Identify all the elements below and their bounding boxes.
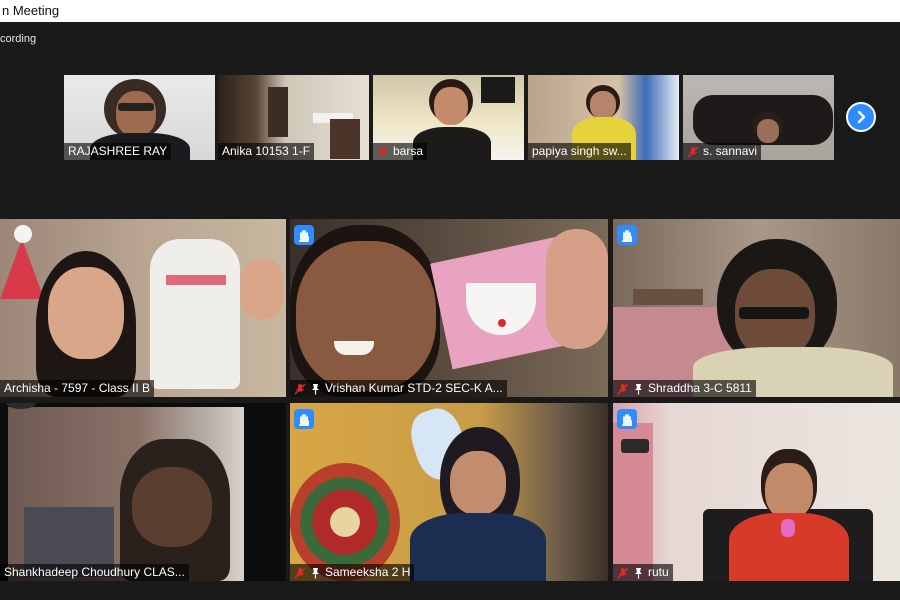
recording-indicator: cording: [0, 33, 37, 45]
raised-hand-icon: [617, 409, 637, 429]
strip-video-tile-3[interactable]: barsa: [373, 75, 524, 160]
pin-icon: [635, 567, 642, 578]
pin-icon: [312, 567, 319, 578]
window-title: n Meeting: [0, 0, 900, 22]
video-tile-shankhadeep[interactable]: Shankhadeep Choudhury CLAS...: [0, 403, 286, 581]
strip-video-tile-1[interactable]: RAJASHREE RAY: [64, 75, 215, 160]
raised-hand-icon: [617, 225, 637, 245]
participant-name: Vrishan Kumar STD-2 SEC-K A...: [290, 380, 507, 397]
next-page-button[interactable]: [846, 102, 876, 132]
participant-name: barsa: [373, 143, 428, 160]
video-tile-archisha[interactable]: Archisha - 7597 - Class II B: [0, 219, 286, 397]
participant-name: RAJASHREE RAY: [64, 143, 172, 160]
video-tile-sameeksha[interactable]: Sameeksha 2 H: [290, 403, 608, 581]
mic-muted-icon: [687, 146, 699, 157]
mic-muted-icon: [617, 567, 629, 578]
chevron-right-icon: [857, 110, 866, 124]
participant-name: s. sannavi: [683, 143, 762, 160]
mic-muted-icon: [377, 146, 389, 157]
participant-name: rutu: [613, 564, 673, 581]
participant-name: Archisha - 7597 - Class II B: [0, 380, 155, 397]
video-tile-rutu[interactable]: rutu: [613, 403, 900, 581]
pin-icon: [312, 383, 319, 394]
raised-hand-icon: [294, 225, 314, 245]
strip-video-tile-5[interactable]: s. sannavi: [683, 75, 834, 160]
video-tile-shraddha[interactable]: Shraddha 3-C 5811: [613, 219, 900, 397]
strip-video-tile-4[interactable]: papiya singh sw...: [528, 75, 679, 160]
pin-icon: [635, 383, 642, 394]
mic-muted-icon: [617, 383, 629, 394]
participant-name: papiya singh sw...: [528, 143, 631, 160]
video-tile-vrishan[interactable]: Vrishan Kumar STD-2 SEC-K A...: [290, 219, 608, 397]
mic-muted-icon: [294, 383, 306, 394]
participant-name: Shraddha 3-C 5811: [613, 380, 756, 397]
participant-name: Anika 10153 1-F: [218, 143, 315, 160]
strip-video-tile-2[interactable]: Anika 10153 1-F: [218, 75, 369, 160]
participant-name: Shankhadeep Choudhury CLAS...: [0, 564, 189, 581]
mic-muted-icon: [294, 567, 306, 578]
participant-name: Sameeksha 2 H: [290, 564, 415, 581]
raised-hand-icon: [294, 409, 314, 429]
